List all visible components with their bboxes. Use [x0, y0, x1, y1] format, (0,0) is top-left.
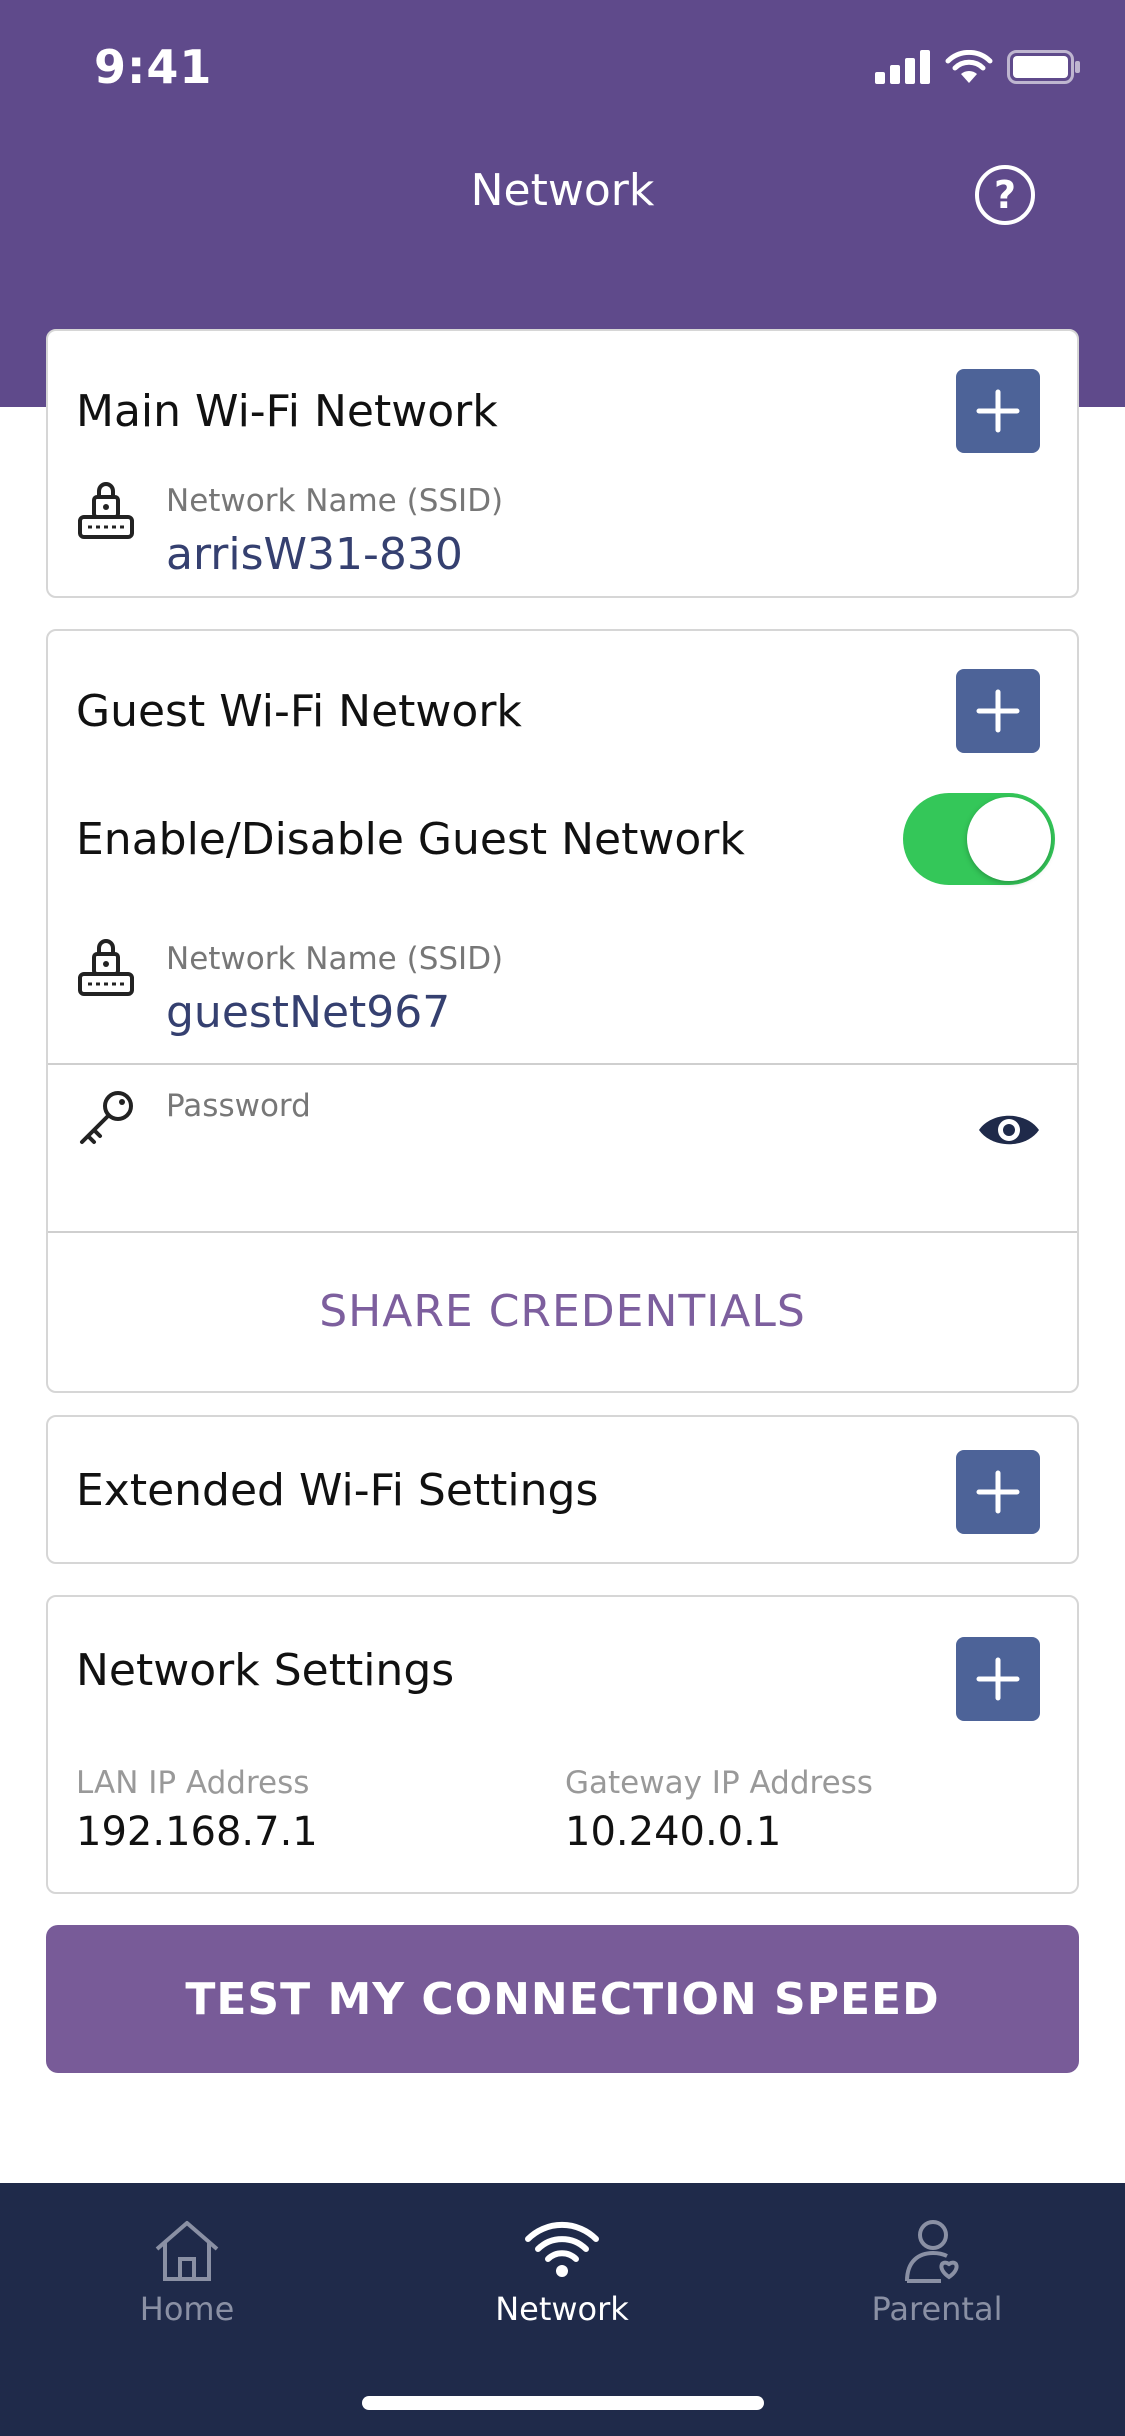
network-settings-card: Network Settings LAN IP Address 192.168.… — [46, 1595, 1079, 1894]
tab-home-label: Home — [139, 2290, 235, 2328]
tab-network-label: Network — [495, 2290, 629, 2328]
key-icon — [80, 1091, 133, 1144]
share-credentials-button[interactable]: SHARE CREDENTIALS — [48, 1286, 1077, 1337]
main-ssid-value[interactable]: arrisW31-830 — [166, 529, 463, 580]
plus-icon — [976, 1657, 1020, 1701]
guest-wifi-card: Guest Wi-Fi Network Enable/Disable Guest… — [46, 629, 1079, 1393]
router-icon — [78, 939, 134, 996]
home-icon — [155, 2221, 219, 2281]
network-settings-expand-button[interactable] — [956, 1637, 1040, 1721]
main-ssid-label: Network Name (SSID) — [166, 483, 504, 519]
parental-icon — [905, 2220, 959, 2283]
tab-parental-label: Parental — [871, 2290, 1003, 2328]
question-circle-icon: ? — [993, 173, 1017, 217]
main-wifi-card: Main Wi-Fi Network Network Name (SSID) a… — [46, 329, 1079, 598]
battery-icon — [1007, 50, 1080, 84]
tab-parental[interactable]: Parental — [787, 2183, 1087, 2363]
guest-toggle-label: Enable/Disable Guest Network — [76, 814, 745, 865]
tab-home[interactable]: Home — [37, 2183, 337, 2363]
help-button[interactable]: ? — [975, 165, 1035, 225]
gateway-ip-label: Gateway IP Address — [565, 1765, 873, 1801]
main-wifi-expand-button[interactable] — [956, 369, 1040, 453]
guest-ssid-value[interactable]: guestNet967 — [166, 987, 450, 1038]
extended-wifi-title: Extended Wi-Fi Settings — [76, 1465, 599, 1516]
status-time: 9:41 — [94, 40, 213, 94]
divider — [48, 1063, 1077, 1065]
guest-network-toggle[interactable] — [903, 793, 1055, 885]
extended-wifi-card: Extended Wi-Fi Settings — [46, 1415, 1079, 1564]
test-connection-speed-button[interactable]: TEST MY CONNECTION SPEED — [46, 1925, 1079, 2073]
page-title: Network — [470, 165, 655, 216]
password-field[interactable] — [166, 1136, 866, 1188]
plus-icon — [976, 689, 1020, 733]
status-icons — [875, 50, 1081, 84]
cellular-signal-icon — [875, 50, 930, 84]
divider — [48, 1231, 1077, 1233]
wifi-status-icon — [945, 50, 993, 83]
guest-ssid-label: Network Name (SSID) — [166, 941, 504, 977]
main-wifi-title: Main Wi-Fi Network — [76, 386, 498, 437]
network-settings-title: Network Settings — [76, 1645, 455, 1696]
wifi-icon — [525, 2221, 599, 2277]
lan-ip-value: 192.168.7.1 — [76, 1809, 318, 1855]
gateway-ip-value: 10.240.0.1 — [565, 1809, 782, 1855]
plus-icon — [976, 389, 1020, 433]
plus-icon — [976, 1470, 1020, 1514]
eye-icon[interactable] — [976, 1109, 1042, 1151]
guest-wifi-title: Guest Wi-Fi Network — [76, 686, 522, 737]
router-icon — [78, 482, 134, 539]
password-label: Password — [166, 1088, 311, 1124]
lan-ip-label: LAN IP Address — [76, 1765, 310, 1801]
guest-wifi-expand-button[interactable] — [956, 669, 1040, 753]
home-indicator — [362, 2396, 764, 2410]
tab-network[interactable]: Network — [412, 2183, 712, 2363]
extended-wifi-expand-button[interactable] — [956, 1450, 1040, 1534]
toggle-knob — [967, 797, 1051, 881]
